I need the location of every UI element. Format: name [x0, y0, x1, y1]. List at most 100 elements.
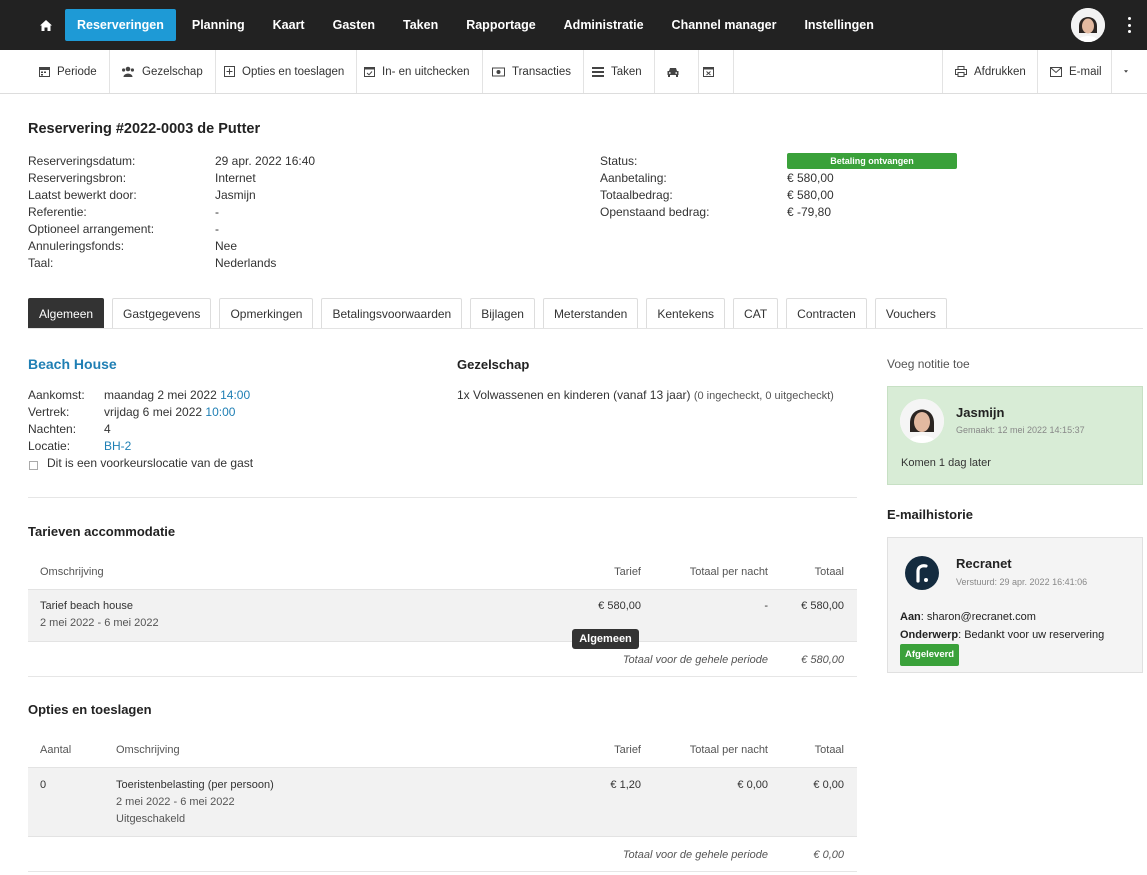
tab-vouchers[interactable]: Vouchers	[874, 298, 947, 329]
value-reserveringsbron: Internet	[215, 171, 256, 185]
nav-administratie[interactable]: Administratie	[552, 9, 656, 41]
nav-reserveringen[interactable]: Reserveringen	[65, 9, 176, 41]
note-author-avatar	[900, 399, 944, 443]
tarieven-title: Tarieven accommodatie	[28, 524, 176, 539]
toolbar-taken-button[interactable]: Taken	[580, 50, 655, 93]
home-icon[interactable]	[27, 9, 65, 41]
envelope-icon	[1050, 66, 1062, 77]
toolbar-gezelschap-button[interactable]: Gezelschap	[109, 50, 216, 93]
label-locatie: Locatie:	[28, 439, 71, 453]
note-author: Jasmijn	[956, 405, 1005, 420]
toolbar-gezelschap-label: Gezelschap	[142, 65, 203, 78]
label-status: Status:	[600, 154, 638, 168]
label-reserveringsdatum: Reserveringsdatum:	[28, 154, 136, 168]
mail-card[interactable]: Recranet Verstuurd: 29 apr. 2022 16:41:0…	[887, 537, 1143, 673]
money-icon	[492, 67, 505, 76]
toolbar-inuit-label: In- en uitchecken	[382, 65, 470, 78]
gezelschap-line: 1x Volwassenen en kinderen (vanaf 13 jaa…	[457, 387, 834, 405]
tarieven-row-period: 2 mei 2022 - 6 mei 2022	[40, 617, 159, 629]
toolbar-calendar-x-button[interactable]	[691, 50, 734, 93]
value-vertrek: vrijdag 6 mei 2022 10:00	[104, 404, 250, 421]
tab-betalingsvoorwaarden[interactable]: Betalingsvoorwaarden	[321, 298, 463, 329]
note-text: Komen 1 dag later	[901, 457, 991, 469]
toolbar-dropdown-toggle[interactable]	[1111, 50, 1147, 93]
value-laatst-bewerkt: Jasmijn	[215, 188, 256, 202]
tab-bijlagen[interactable]: Bijlagen	[470, 298, 535, 329]
delivered-badge: Afgeleverd	[900, 644, 960, 666]
value-annuleringsfonds: Nee	[215, 239, 238, 253]
toolbar-transacties-button[interactable]: Transacties	[480, 50, 585, 93]
tarieven-header-tarief: Tarief	[614, 566, 641, 578]
tab-contracten[interactable]: Contracten	[786, 298, 867, 329]
tab-algemeen[interactable]: Algemeen	[28, 298, 105, 329]
add-note-link[interactable]: Voeg notitie toe	[887, 356, 970, 373]
mail-subject: Onderwerp: Bedankt voor uw reservering	[900, 626, 1104, 644]
nav-taken[interactable]: Taken	[391, 9, 450, 41]
tarieven-total-value: € 580,00	[801, 654, 844, 666]
toolbar-opties-button[interactable]: Opties en toeslagen	[212, 50, 358, 93]
vertrek-time-link[interactable]: 10:00	[205, 405, 235, 419]
label-aanbetaling: Aanbetaling:	[600, 171, 667, 185]
top-navbar: Reserveringen Planning Kaart Gasten Take…	[0, 0, 1147, 50]
mail-to-label: Aan	[900, 611, 921, 623]
opties-row-desc: Toeristenbelasting (per persoon) 2 mei 2…	[116, 777, 274, 828]
note-created: Gemaakt: 12 mei 2022 14:15:37	[956, 425, 1085, 435]
tab-gastgegevens[interactable]: Gastgegevens	[112, 298, 212, 329]
opties-row-totaal: € 0,00	[813, 779, 844, 791]
recranet-logo	[905, 556, 939, 590]
divider	[28, 871, 857, 872]
opties-row-name: Toeristenbelasting (per persoon)	[116, 779, 274, 791]
more-menu-icon[interactable]	[1122, 17, 1136, 33]
nav-planning[interactable]: Planning	[180, 9, 257, 41]
label-reserveringsbron: Reserveringsbron:	[28, 171, 127, 185]
toolbar-email-button[interactable]: E-mail	[1037, 50, 1114, 93]
tab-cat[interactable]: CAT	[733, 298, 779, 329]
divider	[28, 497, 857, 498]
tarieven-row-tarief: € 580,00	[598, 600, 641, 612]
nav-kaart[interactable]: Kaart	[261, 9, 317, 41]
accommodation-link[interactable]: Beach House	[28, 356, 117, 372]
locatie-link[interactable]: BH-2	[104, 438, 250, 455]
opties-row-period: 2 mei 2022 - 6 mei 2022	[116, 796, 235, 808]
value-taal: Nederlands	[215, 256, 277, 270]
toolbar-periode-button[interactable]: Periode	[27, 50, 110, 93]
opties-total-label: Totaal voor de gehele periode	[622, 849, 768, 861]
vertrek-date: vrijdag 6 mei 2022	[104, 405, 203, 419]
user-avatar[interactable]	[1071, 8, 1105, 42]
aankomst-date: maandag 2 mei 2022	[104, 388, 217, 402]
status-badge: Betaling ontvangen	[787, 153, 957, 169]
mail-to: Aan: sharon@recranet.com	[900, 608, 1104, 626]
aankomst-time-link[interactable]: 14:00	[220, 388, 250, 402]
preference-checkbox[interactable]	[29, 461, 38, 470]
reservation-right-labels: Status: Aanbetaling: Totaalbedrag: Opens…	[600, 153, 709, 221]
tab-kentekens[interactable]: Kentekens	[646, 298, 726, 329]
toolbar-inuit-button[interactable]: In- en uitchecken	[352, 50, 483, 93]
nav-rapportage[interactable]: Rapportage	[454, 9, 547, 41]
toolbar-afdrukken-label: Afdrukken	[974, 65, 1026, 78]
nav-instellingen[interactable]: Instellingen	[792, 9, 885, 41]
opties-header-tarief: Tarief	[614, 744, 641, 756]
tarieven-row-totaal: € 580,00	[801, 600, 844, 612]
tarieven-row-name: Tarief beach house	[40, 600, 133, 612]
label-annuleringsfonds: Annuleringsfonds:	[28, 239, 125, 253]
reservation-left-values: 29 apr. 2022 16:40 Internet Jasmijn - - …	[215, 153, 315, 272]
tab-opmerkingen[interactable]: Opmerkingen	[219, 298, 314, 329]
divider	[28, 676, 857, 677]
mail-subject-label: Onderwerp	[900, 629, 959, 641]
tab-meterstanden[interactable]: Meterstanden	[542, 298, 639, 329]
value-reserveringsdatum: 29 apr. 2022 16:40	[215, 154, 316, 168]
nav-channel-manager[interactable]: Channel manager	[660, 9, 789, 41]
value-referentie: -	[215, 205, 219, 219]
value-totaalbedrag: € 580,00	[787, 188, 834, 202]
note-card: Jasmijn Gemaakt: 12 mei 2022 14:15:37 Ko…	[887, 386, 1143, 485]
label-referentie: Referentie:	[28, 205, 87, 219]
car-icon	[667, 67, 679, 77]
nav-gasten[interactable]: Gasten	[321, 9, 387, 41]
toolbar-afdrukken-button[interactable]: Afdrukken	[942, 50, 1038, 93]
toolbar-email-label: E-mail	[1069, 65, 1102, 78]
mail-details: Aan: sharon@recranet.com Onderwerp: Beda…	[900, 608, 1104, 666]
opties-title: Opties en toeslagen	[28, 702, 152, 717]
value-aanbetaling: € 580,00	[787, 171, 834, 185]
label-totaalbedrag: Totaalbedrag:	[600, 188, 673, 202]
reservation-left-labels: Reserveringsdatum: Reserveringsbron: Laa…	[28, 153, 154, 272]
